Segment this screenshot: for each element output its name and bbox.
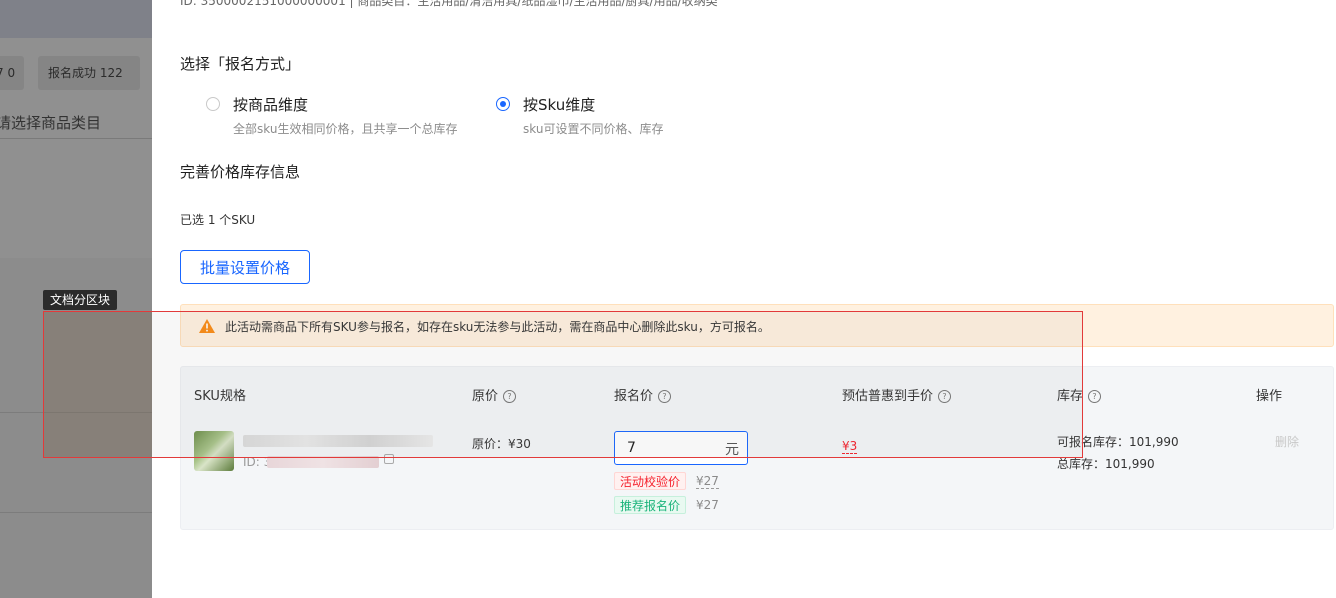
background-divider [0, 512, 152, 513]
background-success-pill: 报名成功 122 [38, 56, 140, 90]
activity-check-price-value[interactable]: ¥27 [696, 474, 719, 489]
background-header [0, 0, 152, 38]
radio-button-product[interactable] [206, 97, 220, 111]
background-stat-pill: 7 0 [0, 56, 24, 90]
delete-button[interactable]: 删除 [1275, 433, 1299, 450]
radio-option-sku[interactable]: 按Sku维度 sku可设置不同价格、库存 [496, 94, 716, 140]
header-actions: 操作 [1256, 389, 1283, 404]
annotation-region-box [43, 311, 1083, 458]
radio-option-product[interactable]: 按商品维度 全部sku生效相同价格，且共享一个总库存 [206, 94, 496, 140]
radio-label-product: 按商品维度 [233, 96, 309, 114]
product-meta-line: ID: 3500002151000000001 | 商品类目：生活用品/清洁用具… [180, 0, 718, 8]
annotation-label: 文档分区块 [43, 290, 118, 310]
activity-check-price-tag: 活动校验价 [614, 472, 687, 490]
price-stock-title: 完善价格库存信息 [180, 163, 301, 181]
recommended-price-value: ¥27 [696, 498, 719, 512]
recommended-price-tag: 推荐报名价 [614, 496, 687, 514]
radio-label-sku: 按Sku维度 [523, 96, 596, 114]
selected-sku-count: 已选 1 个SKU [180, 213, 256, 227]
radio-desc-product: 全部sku生效相同价格，且共享一个总库存 [233, 122, 458, 136]
signup-drawer: ID: 3500002151000000001 | 商品类目：生活用品/清洁用具… [152, 0, 1336, 598]
signup-method-title: 选择「报名方式」 [180, 55, 301, 73]
help-icon[interactable]: ? [1088, 390, 1102, 403]
background-category-input: 请选择商品类目 [0, 108, 152, 139]
radio-button-sku[interactable] [496, 97, 510, 111]
batch-set-price-button[interactable]: 批量设置价格 [180, 250, 310, 284]
radio-desc-sku: sku可设置不同价格、库存 [523, 122, 664, 136]
